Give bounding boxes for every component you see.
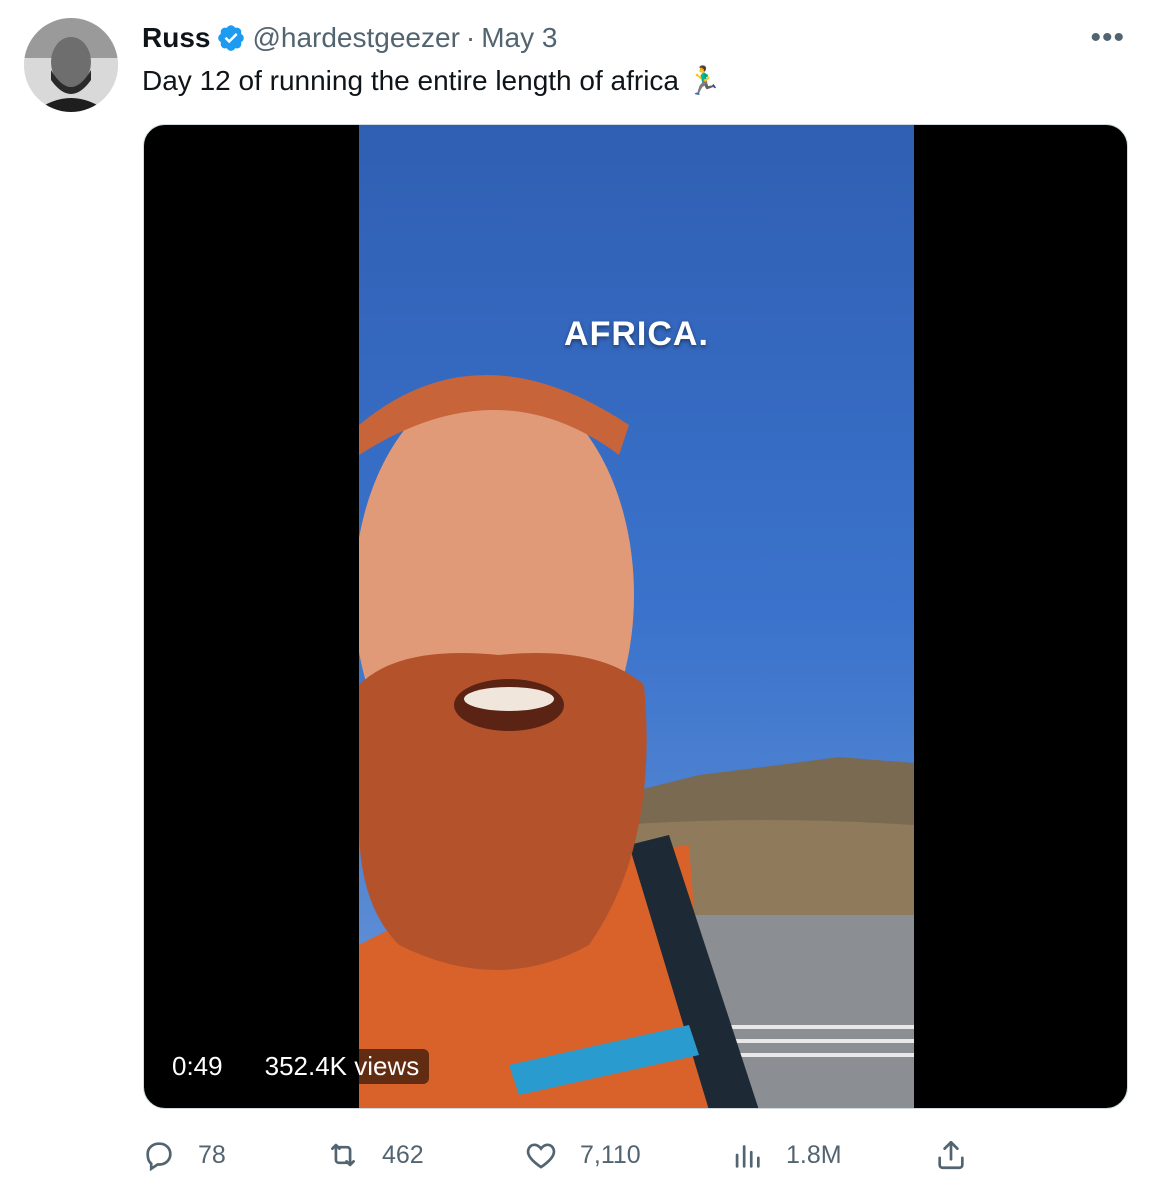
author-name[interactable]: Russ (142, 22, 210, 54)
heart-icon (526, 1143, 556, 1169)
separator-dot: · (465, 22, 476, 53)
like-count: 7,110 (580, 1140, 641, 1169)
views-count: 1.8M (786, 1140, 842, 1169)
tweet-text: Day 12 of running the entire length of a… (142, 65, 722, 96)
video-frame (359, 125, 914, 1108)
author-handle[interactable]: @hardestgeezer (252, 22, 459, 54)
retweet-button[interactable]: 462 (326, 1132, 424, 1178)
video-overlay-text: AFRICA. (564, 315, 709, 353)
like-button[interactable]: 7,110 (524, 1132, 641, 1178)
share-icon (938, 1140, 964, 1170)
video-meta: 0:49 352.4K views (162, 1049, 430, 1084)
more-icon[interactable]: ••• (1090, 23, 1125, 53)
reply-count: 78 (198, 1140, 226, 1169)
avatar-image (24, 18, 118, 112)
video-duration: 0:49 (162, 1049, 233, 1084)
retweet-icon (331, 1143, 355, 1167)
views-chart-icon (735, 1145, 760, 1168)
verified-badge-icon (218, 25, 245, 51)
avatar[interactable] (24, 18, 118, 112)
retweet-count: 462 (382, 1140, 424, 1169)
video-player[interactable]: AFRICA. 0:49 352.4K views (143, 124, 1128, 1109)
reply-button[interactable]: 78 (142, 1132, 226, 1178)
views-button[interactable]: 1.8M (730, 1132, 842, 1178)
share-button[interactable] (934, 1132, 990, 1178)
tweet-date[interactable]: May 3 (481, 22, 557, 54)
reply-icon (146, 1142, 172, 1172)
action-bar: 78 462 7,110 1.8M (142, 1132, 1132, 1178)
tweet-header: Russ @hardestgeezer · May 3 (142, 20, 557, 56)
video-views: 352.4K views (254, 1049, 430, 1084)
